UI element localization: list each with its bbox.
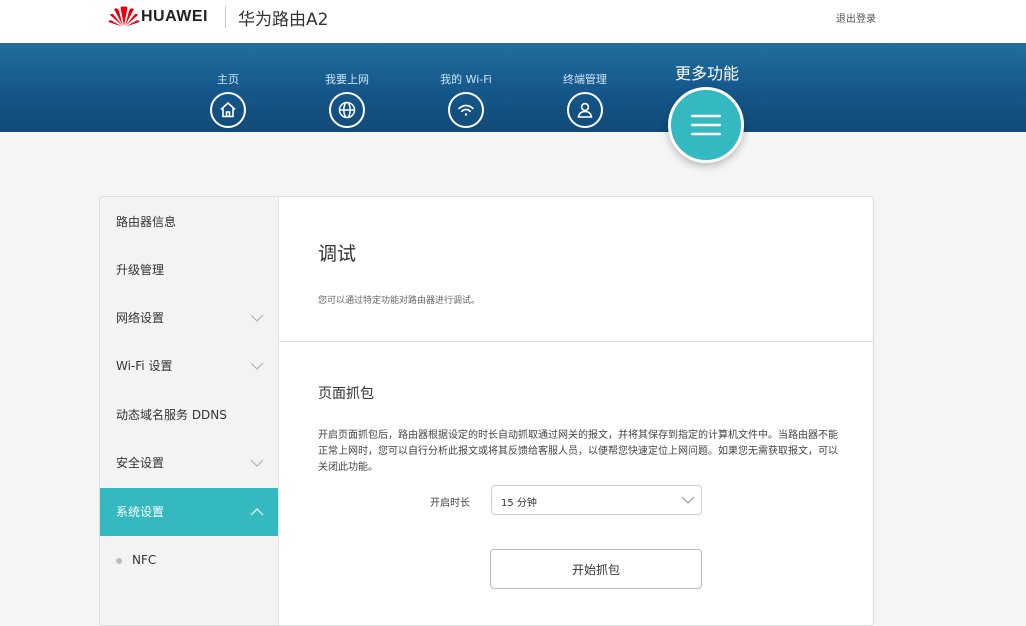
duration-label: 开启时长 [430,498,470,509]
router-model-title: 华为路由A2 [238,10,329,30]
start-capture-label: 开始抓包 [571,562,620,577]
chevron-up-icon [250,508,264,516]
nav-wifi-label: 我的 Wi-Fi [440,73,492,86]
chevron-down-icon [681,496,695,504]
bullet-dot [116,557,122,564]
sidebar-item-label: 安全设置 [116,456,165,470]
sidebar-item-upgrade[interactable]: 升级管理 [100,246,278,294]
page-title: 调试 [318,243,357,265]
sidebar-item-wifi[interactable]: Wi-Fi 设置 [100,342,278,390]
nav-more-label[interactable]: 更多功能 [652,60,762,84]
settings-panel: 路由器信息 升级管理 网络设置 Wi-Fi 设置 动态域名服务 DDNS 安全设… [99,196,874,626]
sidebar-item-label: 升级管理 [116,263,165,277]
main-nav: 主页 我要上网 我的 Wi-Fi 终端管理 [0,43,1026,132]
section-description: 开启页面抓包后，路由器根据设定的时长自动抓取通过网关的报文，并将其保存到指定的计… [318,430,838,473]
header-divider [225,6,226,28]
nav-internet-label: 我要上网 [325,73,369,86]
page-description: 您可以通过特定功能对路由器进行调试。 [318,296,481,306]
nav-devices[interactable]: 终端管理 [530,43,640,128]
sidebar-item-ddns[interactable]: 动态域名服务 DDNS [100,391,278,439]
duration-select[interactable]: 15 分钟 [491,485,702,515]
chevron-down-icon [250,362,264,370]
sidebar-item-router-info[interactable]: 路由器信息 [100,198,278,246]
menu-icon [690,114,722,136]
duration-value: 15 分钟 [501,498,537,509]
sidebar-item-label: 网络设置 [116,311,165,325]
sidebar-item-network[interactable]: 网络设置 [100,294,278,342]
logout-link[interactable]: 退出登录 [836,10,876,25]
sidebar: 路由器信息 升级管理 网络设置 Wi-Fi 设置 动态域名服务 DDNS 安全设… [100,197,279,625]
nav-more-button[interactable] [668,87,744,163]
nav-home[interactable]: 主页 [173,43,283,128]
sidebar-item-label: 动态域名服务 DDNS [116,408,227,422]
globe-icon [329,92,365,128]
nav-home-label: 主页 [217,73,239,86]
chevron-down-icon [250,459,264,467]
nav-internet[interactable]: 我要上网 [292,43,402,128]
section-divider [278,341,873,342]
section-title: 页面抓包 [318,386,374,402]
top-bar: HUAWEI 华为路由A2 退出登录 [0,0,1026,43]
sidebar-subitem-nfc[interactable]: NFC [100,538,278,582]
huawei-logo-icon [108,6,140,27]
content-area: 调试 您可以通过特定功能对路由器进行调试。 页面抓包 开启页面抓包后，路由器根据… [278,197,873,625]
start-capture-button[interactable]: 开始抓包 [490,549,702,589]
sidebar-item-security[interactable]: 安全设置 [100,439,278,487]
chevron-down-icon [250,314,264,322]
sidebar-item-label: Wi-Fi 设置 [116,359,173,373]
nav-wifi[interactable]: 我的 Wi-Fi [411,43,521,128]
sidebar-item-label: 路由器信息 [116,215,177,229]
nav-devices-label: 终端管理 [563,73,607,86]
brand-name: HUAWEI [141,8,208,25]
home-icon [210,92,246,128]
sidebar-subitem-label: NFC [132,553,157,567]
sidebar-item-system[interactable]: 系统设置 [100,488,278,536]
wifi-icon [448,92,484,128]
sidebar-item-label: 系统设置 [116,505,165,519]
user-icon [567,92,603,128]
